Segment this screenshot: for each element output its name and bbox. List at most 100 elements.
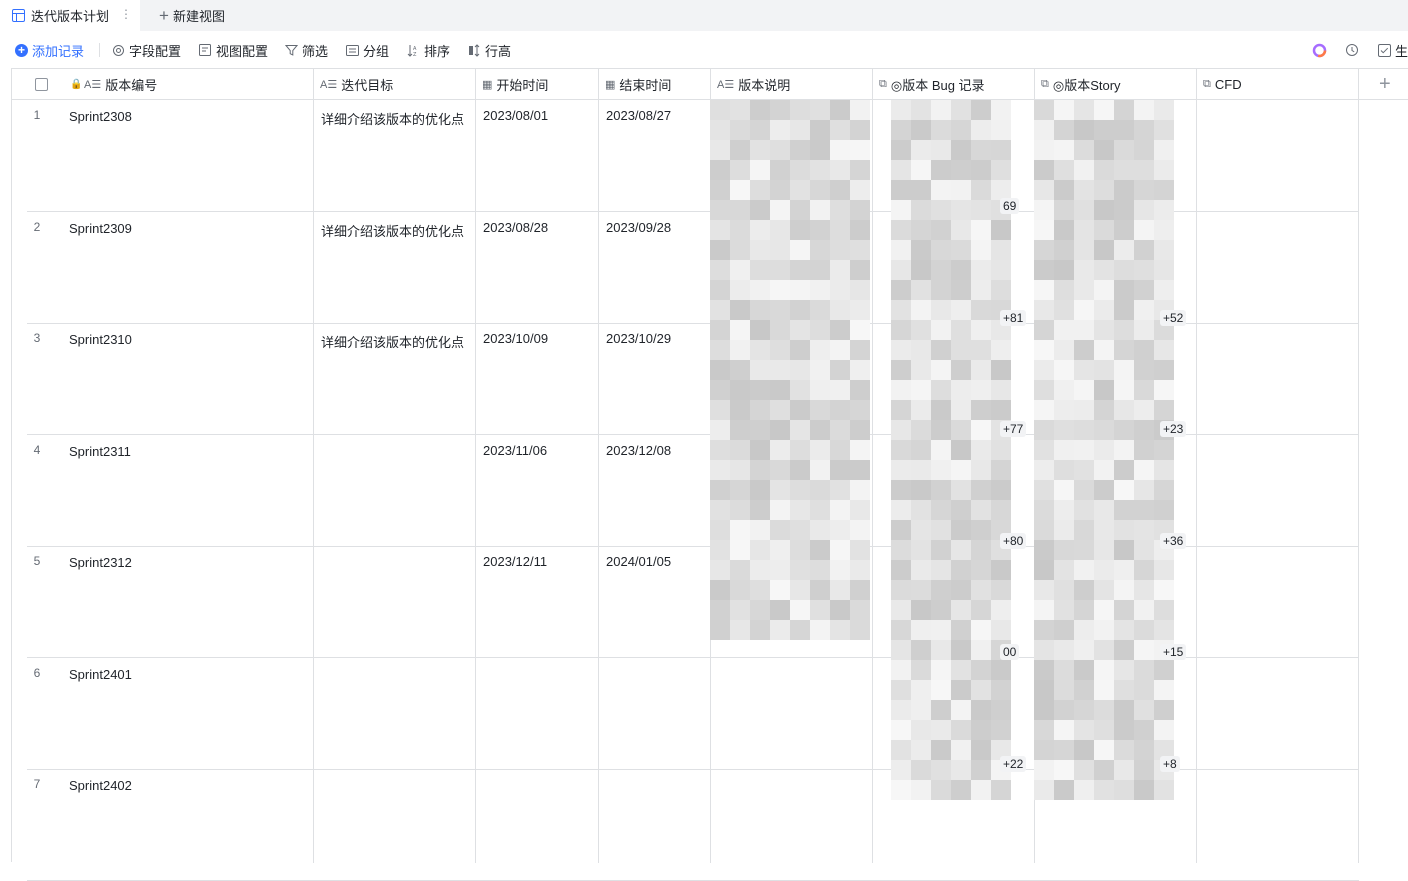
- redaction-tile: [1114, 660, 1134, 680]
- redaction-tile: [1074, 140, 1094, 160]
- redaction-tile: [1074, 640, 1094, 660]
- redaction-tile: [971, 480, 991, 500]
- bug-count-tag[interactable]: +81: [1000, 309, 1027, 326]
- redaction-tile: [750, 420, 770, 440]
- redaction-tile: [710, 420, 730, 440]
- generate-button[interactable]: 生: [1378, 36, 1408, 64]
- redaction-tile: [971, 460, 991, 480]
- header-bug[interactable]: ⧉ ◎版本 Bug 记录: [873, 69, 1035, 100]
- redaction-tile: [810, 160, 830, 180]
- add-circle-icon: +: [15, 43, 28, 57]
- redaction-tile: [931, 200, 951, 220]
- redaction-tile: [1034, 660, 1054, 680]
- redaction-tile: [1114, 600, 1134, 620]
- redaction-tile: [1094, 100, 1114, 120]
- redaction-tile: [1074, 400, 1094, 420]
- bug-count-tag[interactable]: 00: [1000, 644, 1020, 660]
- redaction-tile: [991, 620, 1011, 640]
- bug-count-tag[interactable]: +22: [1000, 755, 1027, 772]
- add-record-button[interactable]: + 添加记录: [15, 36, 84, 64]
- link-icon: ⧉: [1041, 78, 1049, 90]
- redaction-tile: [1114, 400, 1134, 420]
- redaction-tile: [891, 100, 911, 120]
- new-view-label: 新建视图: [172, 9, 225, 24]
- story-count-tag[interactable]: +15: [1160, 644, 1187, 660]
- redaction-tile: [1074, 740, 1094, 760]
- header-story[interactable]: ⧉ ◎版本Story: [1035, 69, 1197, 100]
- redaction-tile: [750, 620, 770, 640]
- bug-count-tag[interactable]: +80: [1000, 532, 1027, 549]
- redaction-tile: [770, 560, 790, 580]
- more-vertical-icon[interactable]: ⋮: [120, 7, 132, 21]
- redaction-tile: [971, 780, 991, 800]
- redaction-tile: [1154, 280, 1174, 300]
- select-all-checkbox[interactable]: [35, 78, 48, 91]
- redaction-tile: [1134, 140, 1154, 160]
- redaction-tile: [770, 460, 790, 480]
- ai-assistant-button[interactable]: [1312, 36, 1331, 64]
- redaction-tile: [710, 380, 730, 400]
- view-config-button[interactable]: 视图配置: [199, 36, 268, 64]
- story-count-tag[interactable]: +52: [1160, 309, 1187, 326]
- story-count-tag[interactable]: +36: [1160, 532, 1187, 549]
- redaction-tile: [951, 740, 971, 760]
- history-button[interactable]: [1345, 36, 1363, 64]
- tab-iteration-plan[interactable]: 迭代版本计划: [0, 0, 140, 31]
- redaction-tile: [710, 560, 730, 580]
- redaction-tile: [951, 500, 971, 520]
- redaction-tile: [770, 380, 790, 400]
- redaction-tile: [931, 360, 951, 380]
- header-id[interactable]: 🔒 A☰ 版本编号: [12, 69, 314, 100]
- redaction-tile: [1094, 460, 1114, 480]
- redaction-tile: [730, 280, 750, 300]
- redaction-tile: [971, 440, 991, 460]
- redaction-tile: [1154, 720, 1174, 740]
- row-height-button[interactable]: 行高: [468, 36, 511, 64]
- header-goal[interactable]: A☰ 迭代目标: [314, 69, 476, 100]
- header-desc[interactable]: A☰ 版本说明: [711, 69, 873, 100]
- header-start[interactable]: ▦ 开始时间: [476, 69, 599, 100]
- sort-button[interactable]: AZ 排序: [407, 36, 450, 64]
- redaction-tile: [750, 340, 770, 360]
- add-column-icon[interactable]: +: [1379, 74, 1391, 94]
- header-cfd[interactable]: ⧉ CFD: [1197, 69, 1359, 100]
- redaction-tile: [1154, 160, 1174, 180]
- redaction-tile: [790, 160, 810, 180]
- redaction-tile: [850, 220, 870, 240]
- redaction-tile: [951, 680, 971, 700]
- redaction-tile: [911, 100, 931, 120]
- redaction-tile: [790, 600, 810, 620]
- redaction-tile: [911, 680, 931, 700]
- redaction-tile: [770, 520, 790, 540]
- field-config-button[interactable]: 字段配置: [112, 36, 181, 64]
- redaction-tile: [991, 260, 1011, 280]
- redaction-tile: [810, 420, 830, 440]
- redaction-tile: [1094, 500, 1114, 520]
- redaction-tile: [891, 740, 911, 760]
- redaction-tile: [891, 340, 911, 360]
- story-count-tag[interactable]: +23: [1160, 421, 1187, 437]
- redaction-tile: [1094, 540, 1114, 560]
- bug-count-tag[interactable]: 69: [1000, 198, 1020, 214]
- redaction-tile: [1034, 460, 1054, 480]
- group-button[interactable]: 分组: [346, 36, 389, 64]
- redaction-tile: [790, 520, 810, 540]
- story-count-tag[interactable]: +8: [1160, 755, 1180, 772]
- redaction-tile: [911, 340, 931, 360]
- header-end[interactable]: ▦ 结束时间: [599, 69, 711, 100]
- redaction-tile: [1034, 520, 1054, 540]
- redaction-tile: [790, 280, 810, 300]
- cell-version-id: Sprint2310: [69, 332, 132, 347]
- redaction-tile: [750, 180, 770, 200]
- redaction-tile: [790, 220, 810, 240]
- redaction-tile: [911, 740, 931, 760]
- filter-button[interactable]: 筛选: [285, 36, 328, 64]
- new-view-button[interactable]: + 新建视图: [159, 0, 225, 31]
- redaction-tile: [931, 580, 951, 600]
- bug-count-tag[interactable]: +77: [1000, 421, 1027, 437]
- redaction-tile: [911, 200, 931, 220]
- redaction-tile: [951, 140, 971, 160]
- redaction-tile: [810, 280, 830, 300]
- grid-view-icon: [12, 9, 25, 22]
- redaction-tile: [750, 160, 770, 180]
